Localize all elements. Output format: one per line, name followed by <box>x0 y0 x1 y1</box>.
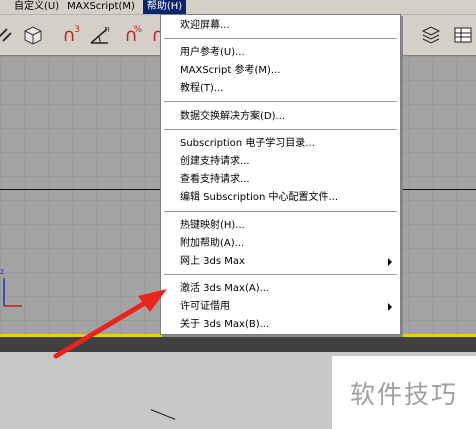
menu-item-edit-subscription-profile[interactable]: 编辑 Subscription 中心配置文件... <box>161 189 400 207</box>
menu-item-additional-help[interactable]: 附加帮助(A)... <box>161 235 400 253</box>
link-icon[interactable] <box>0 22 18 48</box>
percent-snap-icon[interactable]: ∩% <box>118 22 144 48</box>
menu-item-tutorials[interactable]: 教程(T)... <box>161 80 400 98</box>
menu-separator <box>164 38 397 40</box>
angle-snap-icon[interactable]: n <box>86 22 112 48</box>
menu-item-activate-3dsmax[interactable]: 激活 3ds Max(A)... <box>161 280 400 298</box>
menu-item-maxscript-reference[interactable]: MAXScript 参考(M)... <box>161 62 400 80</box>
menu-bar: 自定义(U) MAXScript(M) 帮助(H) <box>0 0 476 15</box>
layer-manager-icon[interactable] <box>418 22 444 48</box>
menu-item-create-support-request[interactable]: 创建支持请求... <box>161 153 400 171</box>
submenu-arrow-icon <box>388 258 392 266</box>
menu-item-label: 许可证借用 <box>180 301 230 312</box>
menu-item-3dsmax-online[interactable]: 网上 3ds Max <box>161 253 400 271</box>
select-object-icon[interactable] <box>20 22 46 48</box>
viewport-dark-strip <box>0 337 476 352</box>
menu-separator <box>164 129 397 131</box>
menu-separator <box>164 211 397 213</box>
menu-item-license-borrowing[interactable]: 许可证借用 <box>161 298 400 316</box>
menu-item-subscription-elearning[interactable]: Subscription 电子学习目录... <box>161 135 400 153</box>
menu-item-label: 网上 3ds Max <box>180 256 245 267</box>
menu-customize[interactable]: 自定义(U) <box>10 0 63 14</box>
graph-editor-icon[interactable] <box>450 22 476 48</box>
snap-toggle-3-icon[interactable]: ∩ 3 <box>56 22 82 48</box>
menu-item-view-support-requests[interactable]: 查看支持请求... <box>161 171 400 189</box>
menu-separator <box>164 101 397 103</box>
menu-item-hotkey-map[interactable]: 热键映射(H)... <box>161 217 400 235</box>
axis-tripod-icon: z <box>0 267 22 307</box>
svg-text:z: z <box>0 267 4 276</box>
watermark: 软件技巧 <box>332 356 476 429</box>
submenu-arrow-icon <box>388 303 392 311</box>
menu-separator <box>164 274 397 276</box>
menu-help[interactable]: 帮助(H) <box>142 0 187 14</box>
menu-item-welcome-screen[interactable]: 欢迎屏幕... <box>161 17 400 35</box>
help-dropdown-menu: 欢迎屏幕... 用户参考(U)... MAXScript 参考(M)... 教程… <box>160 14 401 335</box>
menu-maxscript[interactable]: MAXScript(M) <box>63 0 139 14</box>
menu-item-user-reference[interactable]: 用户参考(U)... <box>161 44 400 62</box>
menu-item-about-3dsmax[interactable]: 关于 3ds Max(B)... <box>161 316 400 334</box>
menu-item-data-exchange[interactable]: 数据交换解决方案(D)... <box>161 108 400 126</box>
